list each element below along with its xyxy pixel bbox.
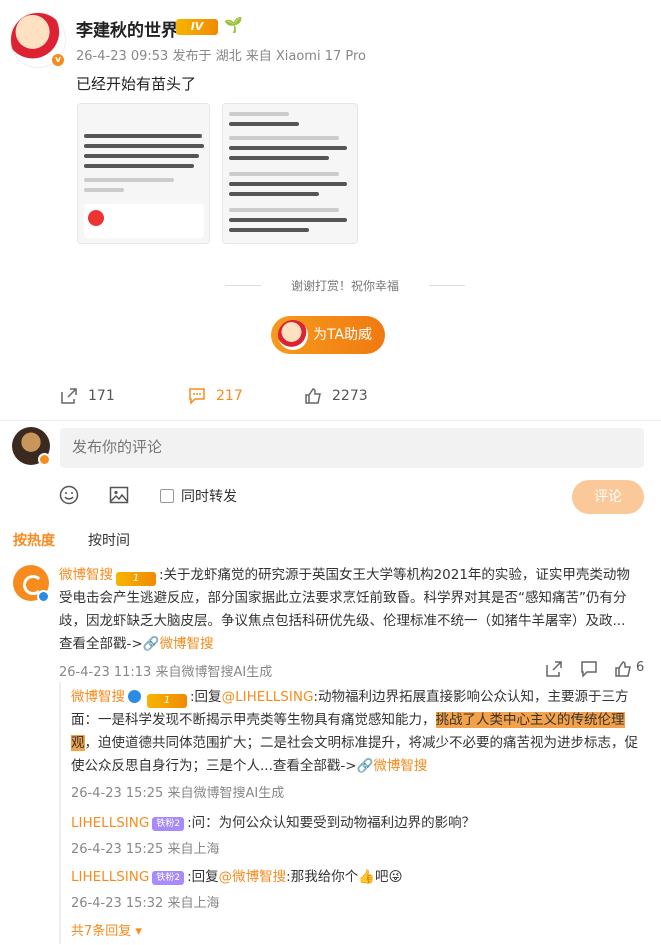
vip-badge-icon: 1: [147, 694, 187, 708]
view-all-link[interactable]: 查看全部戳->: [59, 636, 143, 652]
reply-meta: 26-4-23 15:32 来自上海: [71, 896, 220, 911]
image-icon[interactable]: [109, 485, 129, 505]
comment-count: 217: [216, 388, 243, 404]
tab-sort-hot[interactable]: 按热度: [13, 530, 55, 550]
comment-input[interactable]: [60, 428, 644, 468]
checkbox-icon: [160, 489, 174, 503]
verified-badge-icon: v: [50, 52, 66, 68]
comment-button[interactable]: 217: [188, 380, 243, 412]
reply-text: :问：为何公众认知要受到动物福利边界的影响？: [187, 815, 476, 831]
like-button[interactable]: 2273: [304, 380, 368, 412]
more-replies-link[interactable]: 共7条回复 ▾: [71, 920, 142, 939]
forward-icon: [61, 388, 77, 404]
emoji-icon[interactable]: [59, 485, 79, 505]
reply-meta: 26-4-23 15:25 来自微博智搜AI生成: [71, 786, 285, 801]
reply-item: LIHELLSING 铁粉2:回复@微博智搜:那我给你个👍吧😜: [71, 866, 641, 889]
post-image-2[interactable]: [222, 103, 358, 244]
submit-comment-button[interactable]: 评论: [572, 480, 644, 514]
fan-badge: 铁粉2: [152, 817, 185, 831]
vip-badge-icon: 1: [116, 572, 156, 586]
link-icon: 🔗: [356, 758, 374, 774]
sprout-icon: 🌱: [224, 16, 243, 34]
commenter-name[interactable]: 微博智搜: [59, 567, 113, 583]
post-meta: 26-4-23 09:53 发布于 湖北 来自 Xiaomi 17 Pro: [76, 49, 367, 64]
reply-author[interactable]: LIHELLSING: [71, 815, 149, 831]
reply-item: 微博智搜 1:回复@LIHELLSING:动物福利边界拓展直接影响公众认知，主要源…: [71, 686, 641, 778]
divider: [0, 420, 661, 421]
repost-label: 同时转发: [181, 489, 237, 505]
source-link[interactable]: 微博智搜: [160, 636, 214, 652]
forward-button[interactable]: 171: [60, 380, 115, 412]
link-icon: 🔗: [142, 636, 160, 652]
verified-badge-icon: [128, 690, 141, 703]
reply-author[interactable]: 微博智搜: [71, 689, 125, 705]
comment-body: 微博智搜 1:关于龙虾痛觉的研究源于英国女王大学等机构2021年的实验，证实甲壳类…: [59, 564, 643, 656]
source-link[interactable]: 微博智搜: [373, 758, 427, 774]
reply-text-after: ，迫使道德共同体范围扩大；二是社会文明标准提升，将减少不必要的痛苦视为进步标志，…: [71, 735, 638, 774]
thumbs-up-icon[interactable]: [614, 660, 632, 678]
cheer-avatar-icon: [278, 320, 308, 350]
comment-icon[interactable]: [580, 660, 598, 678]
reply-prefix: :回复: [187, 869, 219, 885]
post-image-1[interactable]: [77, 103, 210, 244]
comment-icon: [189, 388, 205, 405]
reply-prefix: :回复: [190, 689, 222, 705]
reply-item: LIHELLSING 铁粉2:问：为何公众认知要受到动物福利边界的影响？: [71, 812, 641, 835]
forward-icon[interactable]: [545, 660, 563, 678]
like-count: 2273: [332, 388, 368, 404]
forward-count: 171: [88, 388, 115, 404]
repost-checkbox[interactable]: 同时转发: [160, 486, 237, 506]
thumbs-up-icon: [305, 388, 321, 404]
mention-link[interactable]: @微博智搜: [219, 869, 287, 885]
post-text: 已经开始有苗头了: [76, 75, 197, 93]
reward-text: 谢谢打赏！祝你幸福: [225, 277, 465, 294]
reply-author[interactable]: LIHELLSING: [71, 869, 149, 885]
action-bar: 171 217 2273: [0, 380, 661, 412]
reply-text: :那我给你个👍吧😜: [286, 869, 403, 885]
my-badge-icon: [38, 453, 51, 466]
reply-meta: 26-4-23 15:25 来自上海: [71, 842, 220, 857]
comment-meta: 26-4-23 11:13 来自微博智搜AI生成: [59, 665, 273, 680]
tab-sort-time[interactable]: 按时间: [88, 530, 130, 550]
verified-badge-icon: [37, 590, 50, 603]
fan-badge: 铁粉2: [152, 871, 185, 885]
cheer-button[interactable]: 为TA助威: [271, 316, 385, 354]
cheer-label: 为TA助威: [313, 327, 373, 343]
mention-link[interactable]: @LIHELLSING: [222, 689, 314, 705]
comment-like-count: 6: [636, 660, 645, 675]
post-header: v 李建秋的世界 IV 🌱 26-4-23 09:53 发布于 湖北 来自 Xi…: [10, 12, 650, 72]
vip-badge-icon: IV: [176, 19, 218, 35]
reply-thread: 微博智搜 1:回复@LIHELLSING:动物福利边界拓展直接影响公众认知，主要源…: [59, 682, 643, 944]
author-name[interactable]: 李建秋的世界: [76, 16, 178, 41]
